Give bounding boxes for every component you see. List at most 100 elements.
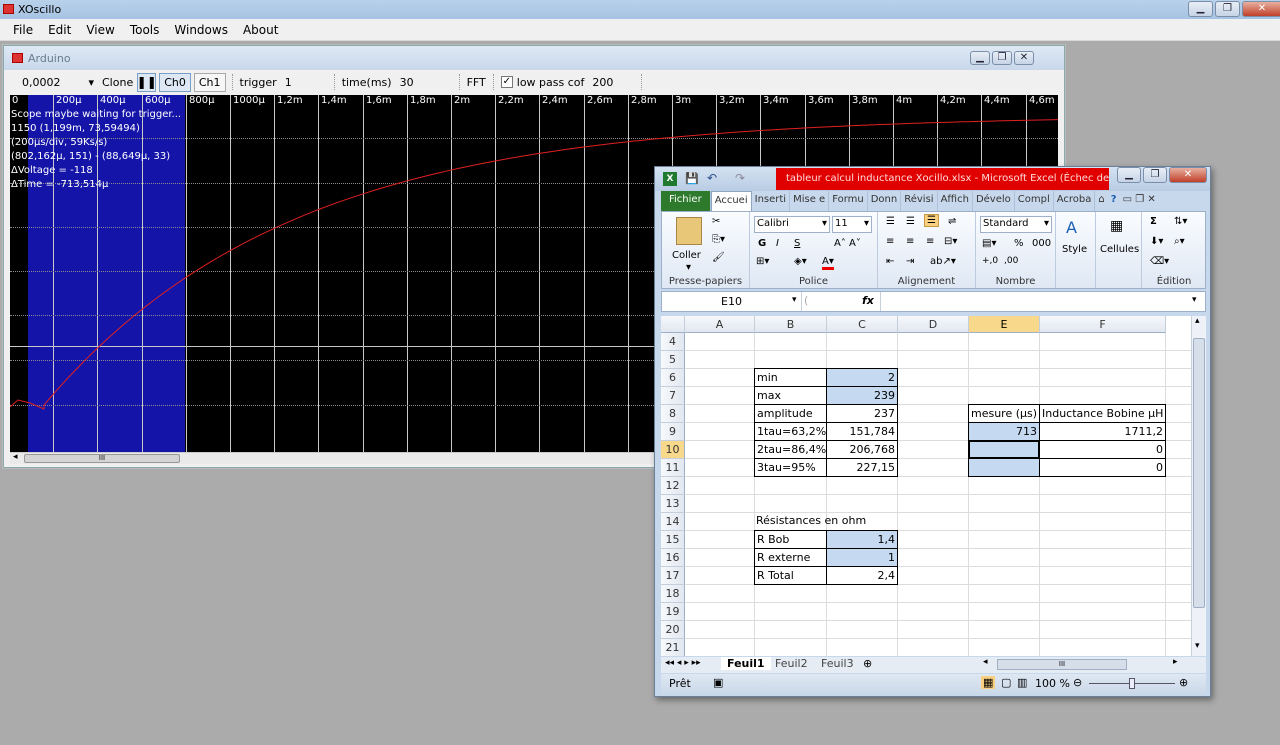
cell-f9[interactable]: 1711,2 — [1039, 422, 1166, 441]
undo-icon[interactable]: ↶ — [707, 171, 717, 185]
cell-b15[interactable]: R Bob — [754, 530, 827, 549]
style-button[interactable]: Style — [1062, 244, 1087, 255]
increase-indent-icon[interactable]: ⇥ — [906, 256, 914, 267]
style-icon[interactable]: A — [1066, 218, 1077, 237]
zoom-level[interactable]: 100 % — [1035, 677, 1070, 690]
normal-view-icon[interactable]: ▦ — [981, 676, 996, 689]
align-middle-icon[interactable]: ☰ — [906, 216, 915, 227]
formula-input[interactable] — [882, 292, 1192, 311]
tab-complements[interactable]: Compl — [1015, 191, 1054, 211]
column-header-a[interactable]: A — [685, 316, 755, 333]
hscroll-right-icon[interactable]: ▸ — [1173, 657, 1178, 667]
menu-windows[interactable]: Windows — [174, 23, 228, 37]
cell-c8[interactable]: 237 — [826, 404, 898, 423]
cell-c7[interactable]: 239 — [826, 386, 898, 405]
help-icon[interactable]: ? — [1108, 191, 1120, 211]
cell-b11[interactable]: 3tau=95% — [754, 458, 827, 477]
decrease-decimal-icon[interactable]: ,00 — [1004, 256, 1018, 266]
align-left-icon[interactable]: ≡ — [886, 236, 894, 247]
autosum-button[interactable]: Σ — [1150, 216, 1157, 227]
vertical-scrollbar[interactable]: ▴ ▾ — [1191, 316, 1206, 656]
scroll-thumb[interactable]: III — [24, 454, 180, 463]
page-break-icon[interactable]: ▥ — [1017, 676, 1027, 689]
cell-e9[interactable]: 713 — [968, 422, 1040, 441]
zoom-in-icon[interactable]: ⊕ — [1179, 676, 1188, 689]
cell-c11[interactable]: 227,15 — [826, 458, 898, 477]
tab-acrobat[interactable]: Acroba — [1054, 191, 1096, 211]
excel-minimize-button[interactable]: ▁ — [1117, 167, 1141, 183]
column-header-f[interactable]: F — [1040, 316, 1166, 333]
increase-font-icon[interactable]: A˄ A˅ — [834, 238, 861, 249]
cell-b16[interactable]: R externe — [754, 548, 827, 567]
cut-icon[interactable]: ✂ — [712, 216, 720, 227]
cell-e8[interactable]: mesure (µs) — [968, 404, 1040, 423]
row-header-18[interactable]: 18 — [661, 585, 685, 603]
cell-c17[interactable]: 2,4 — [826, 566, 898, 585]
name-box-chevron-icon[interactable]: ▾ — [792, 295, 797, 305]
minimize-button[interactable]: ▁ — [1188, 1, 1213, 17]
clear-icon[interactable]: ⌫▾ — [1150, 256, 1169, 267]
row-header-10[interactable]: 10 — [661, 441, 685, 459]
cell-f11[interactable]: 0 — [1039, 458, 1166, 477]
arduino-restore-button[interactable]: ❐ — [992, 51, 1012, 65]
time-input[interactable]: 30 — [396, 73, 456, 91]
borders-icon[interactable]: ⊞▾ — [756, 256, 769, 267]
scale-dropdown[interactable]: 0,0002 ▾ — [18, 73, 98, 91]
font-size-combo[interactable]: 11 ▾ — [832, 216, 872, 233]
orientation-icon[interactable]: ab↗▾ — [930, 256, 956, 267]
row-header-15[interactable]: 15 — [661, 531, 685, 549]
menu-view[interactable]: View — [86, 23, 114, 37]
arduino-close-button[interactable]: ✕ — [1014, 51, 1034, 65]
formula-cancel-icon[interactable]: ( — [804, 294, 808, 307]
excel-close-button[interactable]: ✕ — [1169, 167, 1207, 183]
page-layout-icon[interactable]: ▢ — [1001, 676, 1011, 689]
hscroll-left-icon[interactable]: ◂ — [983, 657, 988, 667]
sheet-tab-feuil2[interactable]: Feuil2 — [771, 657, 812, 670]
maximize-button[interactable]: ❐ — [1215, 1, 1240, 17]
scroll-up-icon[interactable]: ▴ — [1195, 316, 1200, 326]
macro-record-icon[interactable]: ▣ — [713, 676, 723, 689]
sheet-nav-icon[interactable]: ◂◂ ◂ ▸ ▸▸ — [665, 658, 701, 668]
row-header-6[interactable]: 6 — [661, 369, 685, 387]
tab-donnees[interactable]: Donn — [868, 191, 902, 211]
cell-c6[interactable]: 2 — [826, 368, 898, 387]
fill-icon[interactable]: ⬇▾ — [1150, 236, 1163, 247]
cell-b6[interactable]: min — [754, 368, 827, 387]
ch0-button[interactable]: Ch0 — [159, 72, 191, 92]
align-right-icon[interactable]: ≡ — [926, 236, 934, 247]
row-header-8[interactable]: 8 — [661, 405, 685, 423]
tab-fichier[interactable]: Fichier — [661, 191, 711, 211]
cells-icon[interactable]: ▦ — [1110, 218, 1123, 234]
paste-chevron-icon[interactable]: ▾ — [686, 262, 691, 273]
arduino-minimize-button[interactable]: ▁ — [970, 51, 990, 65]
number-format-combo[interactable]: Standard ▾ — [980, 216, 1052, 233]
thousands-button[interactable]: 000 — [1032, 238, 1051, 249]
cell-e11[interactable] — [968, 458, 1040, 477]
spreadsheet-grid[interactable]: ABCDEF 4 5 6 7 8 9 10 11 12 13 14 15 16 17 18 19 20 21 mi… — [661, 316, 1191, 656]
cell-f10[interactable]: 0 — [1039, 440, 1166, 459]
paste-button[interactable]: Coller — [672, 250, 701, 261]
tab-insertion[interactable]: Inserti — [752, 191, 791, 211]
cell-b14[interactable]: Résistances en ohm — [754, 512, 914, 531]
vertical-scroll-thumb[interactable] — [1193, 338, 1205, 608]
cell-f8[interactable]: Inductance Bobine µH — [1039, 404, 1166, 423]
row-header-4[interactable]: 4 — [661, 333, 685, 351]
row-header-5[interactable]: 5 — [661, 351, 685, 369]
horizontal-scroll-thumb[interactable]: III — [997, 659, 1127, 670]
insert-function-button[interactable]: fx — [862, 294, 874, 307]
zoom-out-icon[interactable]: ⊖ — [1073, 676, 1082, 689]
align-center-icon[interactable]: ≡ — [906, 236, 914, 247]
menu-tools[interactable]: Tools — [130, 23, 160, 37]
tab-revision[interactable]: Révisi — [901, 191, 938, 211]
row-header-19[interactable]: 19 — [661, 603, 685, 621]
column-header-e[interactable]: E — [969, 316, 1040, 333]
wrap-text-icon[interactable]: ⇌ — [948, 216, 956, 227]
scroll-down-icon[interactable]: ▾ — [1195, 641, 1200, 651]
row-header-13[interactable]: 13 — [661, 495, 685, 513]
tab-accueil[interactable]: Accuei — [710, 191, 752, 211]
align-top-icon[interactable]: ☰ — [886, 216, 895, 227]
lowpass-checkbox[interactable]: ✓ low pass cof — [497, 73, 589, 91]
format-painter-icon[interactable]: 🖌 — [712, 252, 725, 263]
tab-formules[interactable]: Formu — [829, 191, 868, 211]
decrease-indent-icon[interactable]: ⇤ — [886, 256, 894, 267]
